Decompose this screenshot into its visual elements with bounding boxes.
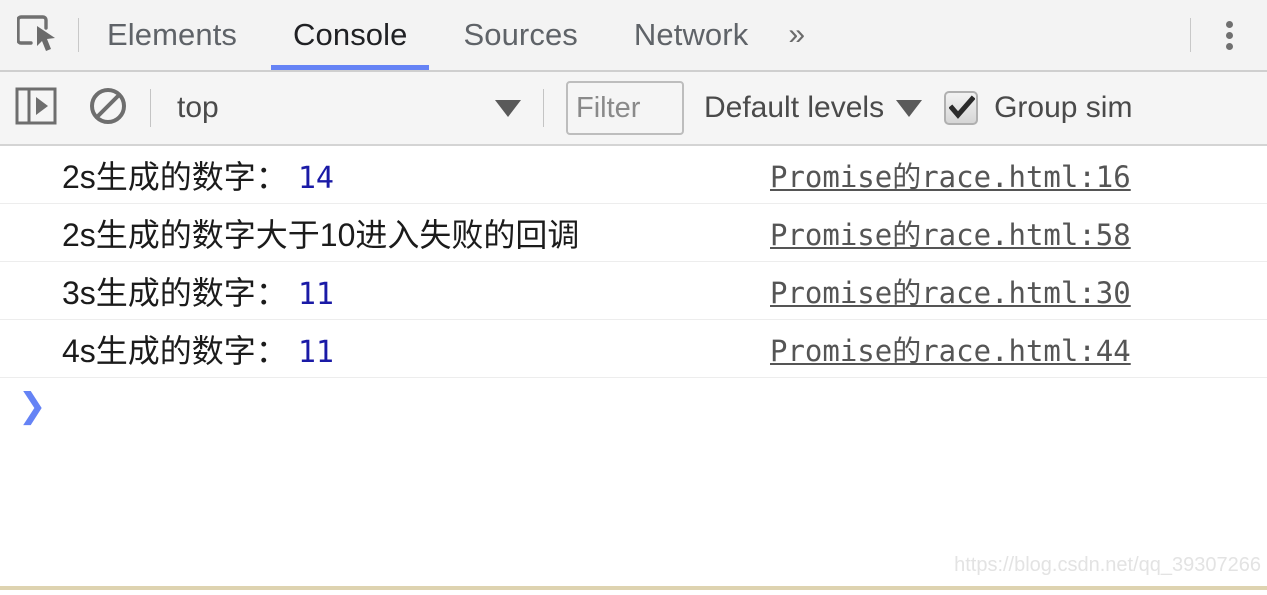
log-level-label: Default levels xyxy=(704,91,885,124)
execution-context-label: top xyxy=(177,91,219,124)
footer-accent-line xyxy=(0,586,1267,590)
watermark-text: https://blog.csdn.net/qq_39307266 xyxy=(954,554,1261,576)
tab-console-label: Console xyxy=(293,17,408,52)
more-options-icon xyxy=(1225,17,1233,54)
filter-toolbar-divider-2 xyxy=(543,89,544,127)
console-source-link[interactable]: Promise的race.html:16 xyxy=(770,154,1131,196)
console-message-row[interactable]: 4s生成的数字： 11 Promise的race.html:44 xyxy=(0,320,1267,378)
devtools-tab-bar: Elements Console Sources Network » xyxy=(0,0,1267,72)
console-source-link[interactable]: Promise的race.html:44 xyxy=(770,328,1131,370)
console-filter-toolbar: top Default levels Group sim xyxy=(0,72,1267,146)
console-message-list: 2s生成的数字： 14 Promise的race.html:16 2s生成的数字大… xyxy=(0,146,1267,434)
filter-toolbar-divider-1 xyxy=(150,89,151,127)
inspect-element-button[interactable] xyxy=(0,0,78,70)
chevron-down-icon-levels xyxy=(896,99,923,117)
customize-devtools-button[interactable] xyxy=(1191,0,1267,70)
tab-elements-label: Elements xyxy=(107,17,238,52)
tab-sources[interactable]: Sources xyxy=(435,0,605,70)
tab-console[interactable]: Console xyxy=(265,0,435,70)
execution-context-selector[interactable]: top xyxy=(157,91,537,125)
console-message-text: 2s生成的数字大于10进入失败的回调 xyxy=(62,210,589,256)
more-tabs-button[interactable]: » xyxy=(776,0,825,70)
double-chevron-right-icon: » xyxy=(788,18,805,51)
show-console-sidebar-icon xyxy=(15,86,57,131)
tab-bar-right-group xyxy=(1190,0,1267,70)
console-message-text: 2s生成的数字： 14 xyxy=(62,152,334,198)
console-message-value: 11 xyxy=(297,334,334,370)
console-message-value: 11 xyxy=(297,276,334,312)
console-message-row[interactable]: 2s生成的数字大于10进入失败的回调 Promise的race.html:58 xyxy=(0,204,1267,262)
inspect-cursor-icon xyxy=(16,12,61,59)
prompt-chevron-icon: ❯ xyxy=(18,386,47,426)
console-source-link[interactable]: Promise的race.html:58 xyxy=(770,212,1131,254)
console-message-value: 14 xyxy=(297,160,334,196)
clear-console-button[interactable] xyxy=(72,85,144,132)
toggle-console-sidebar-button[interactable] xyxy=(0,86,72,131)
group-similar-checkbox[interactable] xyxy=(944,91,979,125)
group-similar-label: Group sim xyxy=(994,91,1133,124)
tab-elements[interactable]: Elements xyxy=(79,0,265,70)
console-message-text: 3s生成的数字： 11 xyxy=(62,268,334,314)
tab-network-label: Network xyxy=(633,17,749,52)
console-message-label: 3s生成的数字： xyxy=(62,274,288,311)
group-similar-control[interactable]: Group sim xyxy=(944,91,1267,125)
chevron-down-icon xyxy=(495,99,521,117)
tab-network[interactable]: Network xyxy=(606,0,776,70)
console-message-label: 2s生成的数字大于10进入失败的回调 xyxy=(62,216,580,253)
console-message-row[interactable]: 3s生成的数字： 11 Promise的race.html:30 xyxy=(0,262,1267,320)
console-message-row[interactable]: 2s生成的数字： 14 Promise的race.html:16 xyxy=(0,146,1267,204)
tab-sources-label: Sources xyxy=(463,17,578,52)
console-message-label: 2s生成的数字： xyxy=(62,158,288,195)
panel-tabs: Elements Console Sources Network » xyxy=(79,0,1190,70)
filter-input[interactable] xyxy=(566,81,684,135)
clear-console-icon xyxy=(87,85,129,132)
console-message-text: 4s生成的数字： 11 xyxy=(62,326,334,372)
console-message-label: 4s生成的数字： xyxy=(62,332,288,369)
console-prompt-row[interactable]: ❯ xyxy=(0,378,1267,434)
log-level-selector[interactable]: Default levels xyxy=(704,91,923,125)
console-source-link[interactable]: Promise的race.html:30 xyxy=(770,270,1131,312)
